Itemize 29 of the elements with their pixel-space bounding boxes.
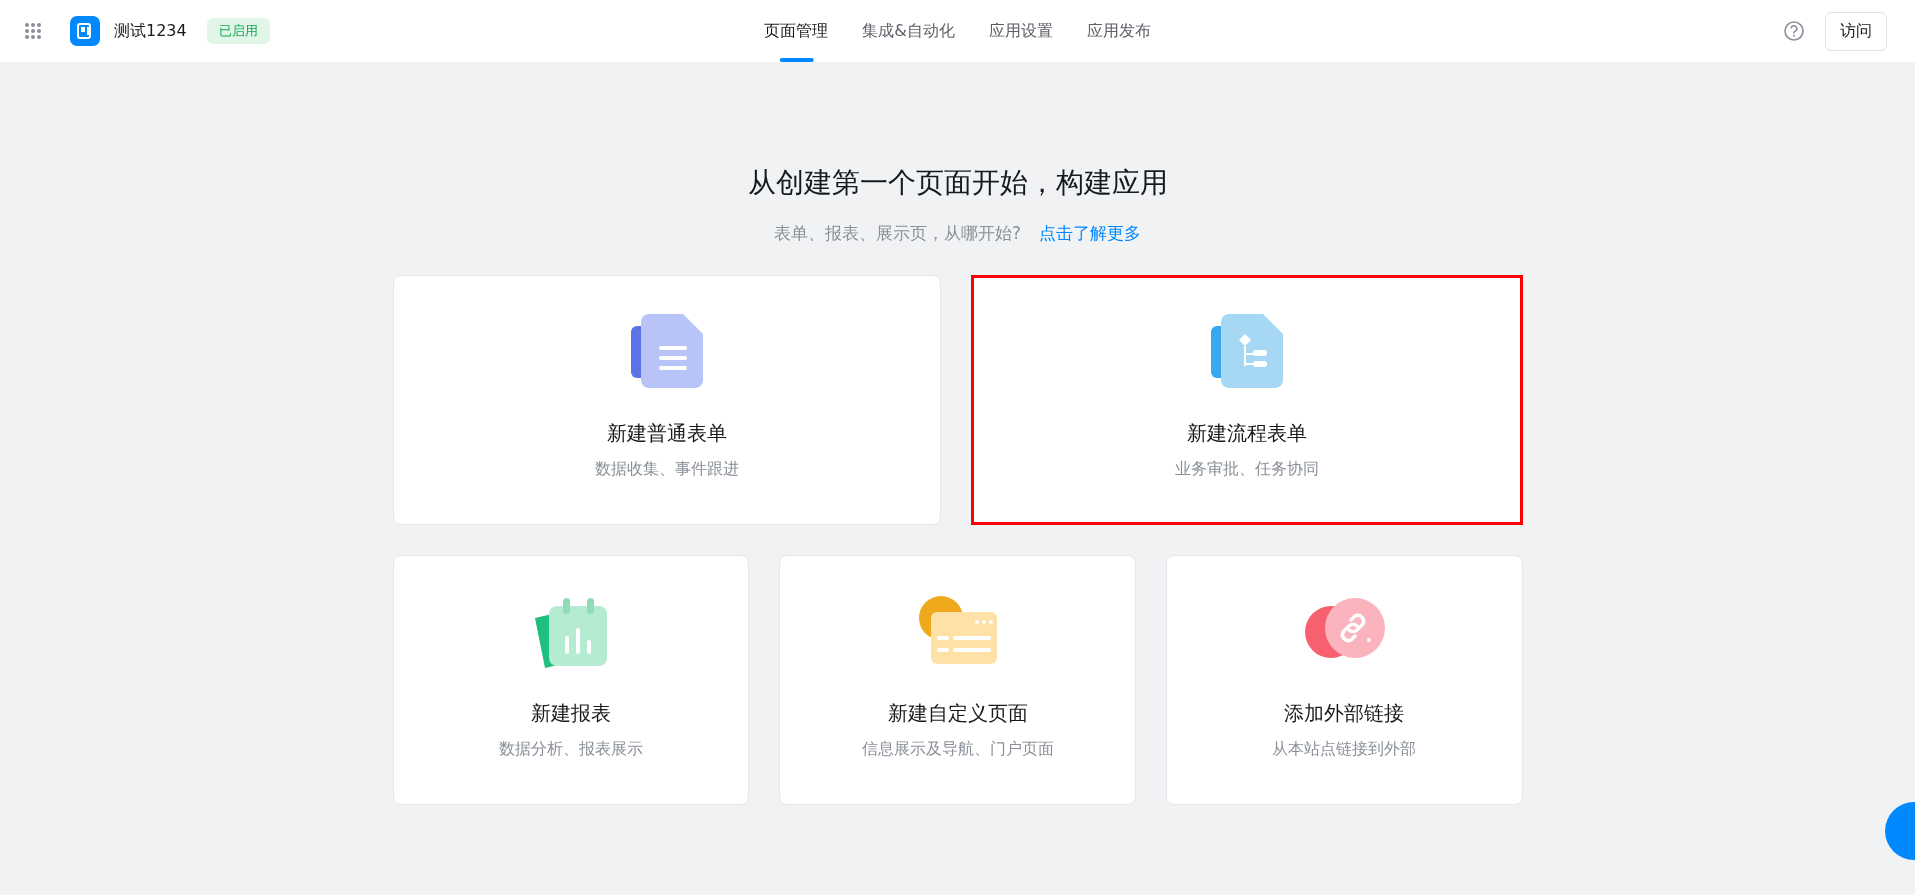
nav-tab[interactable]: 应用设置	[988, 0, 1053, 62]
card-description: 数据收集、事件跟进	[594, 459, 739, 480]
create-card[interactable]: 新建报表 数据分析、报表展示	[392, 555, 750, 805]
card-title: 新建报表	[530, 700, 611, 727]
card-title: 新建普通表单	[606, 420, 727, 447]
create-card[interactable]: 新建自定义页面 信息展示及导航、门户页面	[779, 555, 1136, 805]
card-title: 添加外部链接	[1284, 700, 1405, 727]
page-heading: 从创建第一个页面开始，构建应用	[747, 165, 1168, 201]
nav-tab[interactable]: 集成&自动化	[862, 0, 955, 62]
app-logo-icon	[70, 16, 100, 46]
status-badge: 已启用	[206, 18, 270, 44]
flowchart-document-icon	[1208, 312, 1285, 390]
help-icon[interactable]	[1783, 20, 1805, 42]
card-description: 从本站点链接到外部	[1272, 739, 1417, 760]
visit-button[interactable]: 访问	[1825, 11, 1887, 51]
nav-tab[interactable]: 应用发布	[1086, 0, 1151, 62]
card-description: 业务审批、任务协同	[1174, 459, 1319, 480]
create-card[interactable]: 新建普通表单 数据收集、事件跟进	[392, 275, 941, 525]
card-title: 新建自定义页面	[887, 700, 1028, 727]
document-icon	[628, 312, 705, 390]
app-grid-icon[interactable]	[24, 22, 42, 40]
create-card[interactable]: 添加外部链接 从本站点链接到外部	[1165, 555, 1523, 805]
app-name: 测试1234	[114, 20, 187, 42]
card-description: 信息展示及导航、门户页面	[861, 739, 1054, 760]
subtitle: 表单、报表、展示页，从哪开始?	[774, 222, 1021, 245]
card-description: 数据分析、报表展示	[498, 739, 643, 760]
nav-tab[interactable]: 页面管理	[764, 0, 829, 62]
create-card[interactable]: 新建流程表单 业务审批、任务协同	[970, 275, 1523, 525]
card-title: 新建流程表单	[1186, 420, 1307, 447]
